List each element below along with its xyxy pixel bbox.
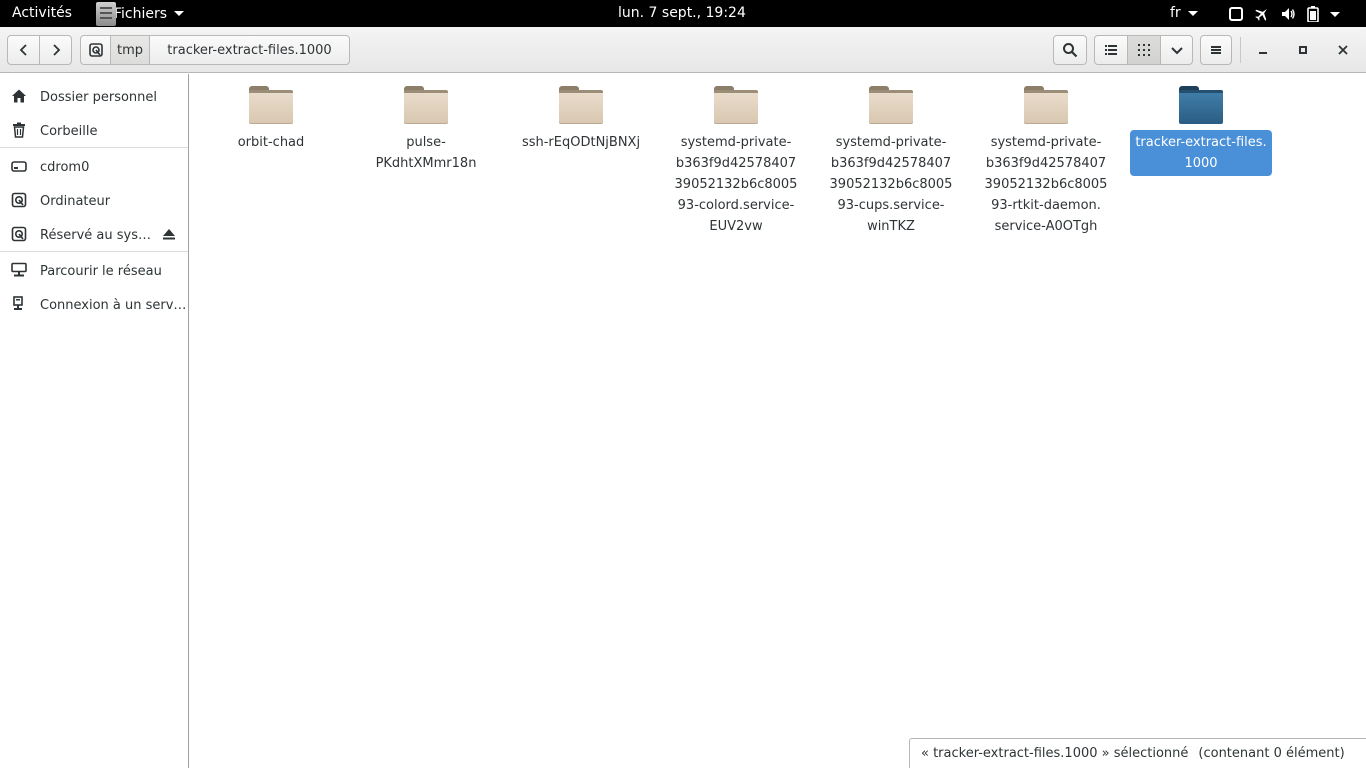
sidebar-item-network[interactable]: Parcourir le réseau [0, 252, 188, 286]
sidebar: Dossier personnel Corbeille cdrom0 Ordin… [0, 74, 189, 768]
back-button[interactable] [7, 35, 40, 65]
sidebar-item-label: Connexion à un serv… [40, 298, 187, 313]
sidebar-item-label: cdrom0 [40, 160, 90, 175]
file-item-label: orbit-chad [237, 135, 305, 150]
file-item[interactable]: systemd-private-b363f9d42578407 39052132b… [971, 84, 1121, 237]
file-item-label: systemd-private-b363f9d42578407 39052132b… [984, 135, 1108, 234]
grid-view-icon [1138, 44, 1150, 56]
sidebar-item-connect-server[interactable]: Connexion à un serv… [0, 286, 188, 320]
file-item[interactable]: systemd-private-b363f9d42578407 39052132b… [661, 84, 811, 237]
language-indicator[interactable]: fr [1170, 5, 1198, 21]
grid-view-button[interactable] [1127, 35, 1161, 65]
activities-button[interactable]: Activités [12, 5, 72, 21]
status-bar: « tracker-extract-files.1000 » sélection… [909, 738, 1366, 768]
folder-icon [404, 84, 448, 124]
folder-icon [714, 84, 758, 124]
sidebar-item-label: Réservé au sys… [40, 228, 151, 243]
language-arrow-icon [1187, 10, 1198, 16]
maximize-button[interactable] [1292, 39, 1314, 61]
header-separator [1240, 37, 1241, 63]
drive-icon [11, 161, 27, 172]
trash-icon [13, 122, 25, 138]
folder-icon [249, 84, 293, 124]
file-item-label: tracker-extract-files. 1000 [1130, 130, 1272, 176]
minimize-button[interactable] [1252, 39, 1274, 61]
file-item-label: pulse- PKdhtXMmr18n [375, 135, 477, 171]
file-item-label: systemd-private-b363f9d42578407 39052132b… [674, 135, 798, 234]
folder-icon [559, 84, 603, 124]
view-options-button[interactable] [1160, 35, 1193, 65]
sidebar-item-reserved[interactable]: Réservé au sys… [0, 216, 188, 250]
battery-icon [1307, 5, 1319, 22]
close-icon [1338, 45, 1348, 55]
minimize-icon [1259, 52, 1267, 54]
status-details: (contenant 0 élément) [1198, 746, 1345, 761]
home-icon [12, 89, 26, 103]
file-item[interactable]: ssh-rEqODtNjBNXj [506, 84, 656, 153]
sidebar-item-label: Parcourir le réseau [40, 264, 162, 279]
file-item[interactable]: systemd-private-b363f9d42578407 39052132b… [816, 84, 966, 237]
header-bar: tmp tracker-extract-files.1000 [0, 27, 1366, 73]
language-label: fr [1170, 5, 1181, 21]
clock[interactable]: lun. 7 sept., 19:24 [618, 5, 746, 21]
file-item-selected[interactable]: tracker-extract-files. 1000 [1126, 84, 1276, 176]
main-menu-button[interactable] [1200, 35, 1232, 65]
status-selection: « tracker-extract-files.1000 » sélection… [921, 746, 1189, 761]
eject-icon[interactable] [161, 226, 177, 242]
top-bar: Activités Fichiers lun. 7 sept., 19:24 f… [0, 0, 1366, 27]
app-menu[interactable]: Fichiers [96, 0, 185, 27]
list-view-button[interactable] [1094, 35, 1128, 65]
forward-button[interactable] [39, 35, 72, 65]
computer-icon [11, 192, 27, 208]
file-item-label: systemd-private-b363f9d42578407 39052132b… [829, 135, 953, 234]
sidebar-item-cdrom0[interactable]: cdrom0 [0, 148, 188, 182]
system-tray[interactable] [1228, 0, 1340, 27]
list-view-icon [1105, 45, 1117, 55]
sidebar-item-label: Corbeille [40, 124, 98, 139]
sidebar-item-home[interactable]: Dossier personnel [0, 78, 188, 112]
window-icon [1229, 6, 1243, 21]
path-segment-current[interactable]: tracker-extract-files.1000 [149, 35, 350, 65]
server-icon [13, 296, 23, 310]
chevron-down-icon [1170, 47, 1183, 55]
airplane-icon [1255, 8, 1267, 21]
path-root-button[interactable] [80, 35, 111, 65]
file-item[interactable]: pulse- PKdhtXMmr18n [351, 84, 501, 174]
file-grid: orbit-chad pulse- PKdhtXMmr18n ssh-rEqODt… [190, 74, 1366, 768]
disk-icon [88, 43, 103, 57]
volume-icon [1282, 7, 1295, 20]
hamburger-menu-icon [1211, 46, 1221, 54]
chevron-left-icon [19, 44, 27, 56]
folder-icon [869, 84, 913, 124]
app-menu-arrow-icon [174, 11, 185, 16]
search-icon [1063, 43, 1078, 58]
path-segment-tmp[interactable]: tmp [110, 35, 150, 65]
file-item[interactable]: orbit-chad [196, 84, 346, 153]
sidebar-item-computer[interactable]: Ordinateur [0, 182, 188, 216]
search-button[interactable] [1053, 35, 1087, 65]
sidebar-item-trash[interactable]: Corbeille [0, 112, 188, 146]
app-menu-label: Fichiers [114, 5, 168, 22]
file-item-label: ssh-rEqODtNjBNXj [521, 135, 641, 150]
sidebar-item-label: Dossier personnel [40, 90, 158, 105]
files-app-icon [96, 1, 116, 26]
sidebar-item-label: Ordinateur [40, 194, 111, 209]
chevron-right-icon [52, 44, 60, 56]
system-menu-arrow-icon [1330, 11, 1340, 17]
folder-icon [1024, 84, 1068, 124]
folder-icon [1179, 84, 1223, 124]
close-button[interactable] [1332, 39, 1354, 61]
disk-icon [11, 226, 27, 242]
network-icon [11, 262, 27, 277]
maximize-icon [1299, 46, 1307, 54]
